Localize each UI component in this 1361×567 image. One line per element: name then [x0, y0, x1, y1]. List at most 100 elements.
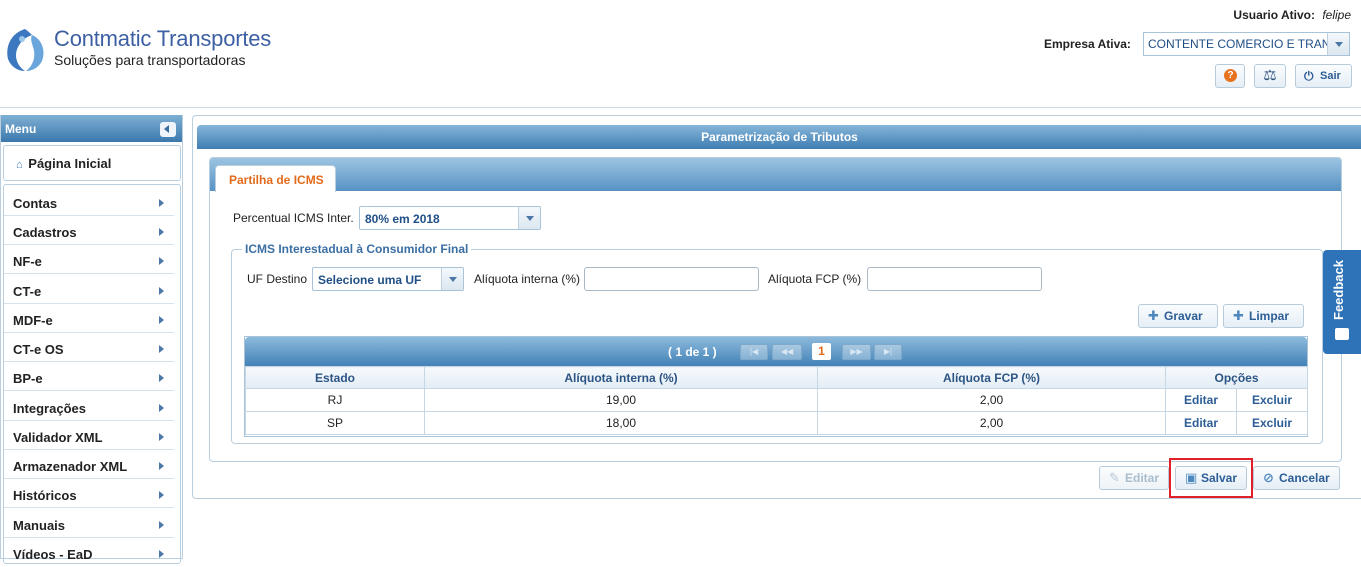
chevron-right-icon [159, 199, 164, 207]
menu-title: Menu [1, 115, 182, 142]
exit-button[interactable]: ⏻ Sair [1295, 64, 1352, 88]
uf-destino-select[interactable]: Selecione uma UF [312, 267, 464, 291]
feedback-label: Feedback [1331, 260, 1346, 320]
sidebar-item-cte[interactable]: CT-e [4, 275, 174, 304]
active-company-select[interactable]: CONTENTE COMERCIO E TRANSPORTES [1143, 32, 1350, 56]
sidebar-item-home[interactable]: ⌂ Página Inicial [3, 145, 181, 181]
column-aliquota-fcp[interactable]: Alíquota FCP (%) [817, 366, 1166, 389]
pencil-icon: ✎ [1109, 470, 1120, 485]
first-page-icon[interactable]: |◀ [740, 344, 768, 360]
sidebar-item-validador-xml[interactable]: Validador XML [4, 421, 174, 450]
column-aliquota-interna[interactable]: Alíquota interna (%) [424, 366, 818, 389]
sidebar-item-contas[interactable]: Contas [4, 187, 174, 216]
chevron-right-icon [159, 316, 164, 324]
sidebar-item-cadastros[interactable]: Cadastros [4, 216, 174, 245]
last-page-icon[interactable]: ▶| [874, 344, 902, 360]
tributos-grid: ( 1 de 1 ) |◀ ◀◀ 1 ▶▶ ▶| Estado Alíquota… [244, 336, 1309, 437]
column-opcoes: Opções [1164, 366, 1309, 389]
balance-scale-icon: ⚖ [1263, 67, 1277, 84]
sidebar-item-bpe[interactable]: BP-e [4, 362, 174, 391]
cancelar-label: Cancelar [1279, 471, 1330, 485]
sidebar-item-mdfe[interactable]: MDF-e [4, 304, 174, 333]
chevron-right-icon [159, 345, 164, 353]
delete-row-link[interactable]: Excluir [1235, 388, 1309, 412]
aliquota-fcp-input[interactable] [867, 267, 1042, 291]
tab-partilha-icms[interactable]: Partilha de ICMS [215, 165, 336, 192]
gravar-button[interactable]: ✚ Gravar [1138, 304, 1218, 328]
edit-row-link[interactable]: Editar [1165, 388, 1237, 412]
chevron-right-icon [159, 462, 164, 470]
cancelar-button[interactable]: ⊘ Cancelar [1253, 466, 1340, 490]
app-header: Contmatic Transportes Soluções para tran… [0, 0, 1361, 108]
help-circle-icon: ? [1224, 69, 1237, 82]
chevron-right-icon [159, 257, 164, 265]
delete-row-link[interactable]: Excluir [1235, 411, 1309, 435]
plus-icon: ✚ [1233, 308, 1244, 323]
next-page-icon[interactable]: ▶▶ [842, 344, 871, 360]
cell-aliquota-interna: 19,00 [424, 388, 818, 412]
limpar-button[interactable]: ✚ Limpar [1223, 304, 1304, 328]
chevron-right-icon [159, 550, 164, 558]
chevron-right-icon [159, 521, 164, 529]
chevron-right-icon [159, 491, 164, 499]
limpar-label: Limpar [1249, 309, 1290, 323]
floppy-disk-icon: ▣ [1185, 470, 1198, 485]
aliquota-fcp-label: Alíquota FCP (%) [768, 272, 862, 286]
cell-aliquota-interna: 18,00 [424, 411, 818, 435]
aliquota-interna-input[interactable] [584, 267, 759, 291]
table-row: RJ 19,00 2,00 Editar Excluir [245, 388, 1309, 412]
cell-aliquota-fcp: 2,00 [817, 411, 1166, 435]
chevron-down-icon[interactable] [441, 268, 463, 290]
editar-button[interactable]: ✎ Editar [1099, 466, 1169, 490]
chevron-down-icon[interactable] [1327, 33, 1349, 55]
percentual-value: 80% em 2018 [365, 212, 440, 226]
active-user-label: Usuario Ativo: [1233, 8, 1315, 22]
salvar-button[interactable]: ▣ Salvar [1175, 466, 1247, 490]
tab-bar: Partilha de ICMS [210, 158, 1341, 192]
gravar-label: Gravar [1164, 309, 1203, 323]
editar-label: Editar [1125, 471, 1160, 485]
sidebar-item-cte-os[interactable]: CT-e OS [4, 333, 174, 362]
pager-info: ( 1 de 1 ) [668, 345, 717, 359]
sidebar-item-videos-ead[interactable]: Vídeos - EaD [4, 538, 174, 567]
active-user-name: felipe [1322, 8, 1351, 22]
sidebar-item-label: Históricos [13, 488, 77, 503]
help-button[interactable]: ? [1215, 64, 1245, 88]
sidebar-item-label: Cadastros [13, 225, 77, 240]
phoenix-logo-icon [7, 29, 44, 71]
sidebar-item-nfe[interactable]: NF-e [4, 245, 174, 274]
chevron-down-icon[interactable] [518, 207, 540, 229]
exit-label: Sair [1320, 70, 1341, 82]
sidebar-item-label: NF-e [13, 254, 42, 269]
sidebar: Menu ⌂ Página Inicial Contas Cadastros N… [0, 115, 183, 564]
percentual-label: Percentual ICMS Inter. [233, 211, 354, 225]
sidebar-item-label: Contas [13, 196, 58, 211]
active-company-value: CONTENTE COMERCIO E TRANSPORTES [1148, 37, 1349, 51]
sidebar-item-armazenador-xml[interactable]: Armazenador XML [4, 450, 174, 479]
chevron-right-icon [159, 374, 164, 382]
sidebar-item-label: Manuais [13, 518, 66, 533]
edit-row-link[interactable]: Editar [1165, 411, 1237, 435]
percentual-select[interactable]: 80% em 2018 [359, 206, 541, 230]
sidebar-item-label: MDF-e [13, 313, 53, 328]
feedback-tab[interactable]: Feedback [1323, 250, 1361, 354]
cancel-icon: ⊘ [1263, 470, 1274, 485]
chevron-right-icon [159, 433, 164, 441]
fieldset-legend: ICMS Interestadual à Consumidor Final [242, 242, 472, 256]
chevron-right-icon [159, 287, 164, 295]
sidebar-item-label: CT-e OS [13, 342, 64, 357]
sidebar-item-manuais[interactable]: Manuais [4, 509, 174, 538]
prev-page-icon[interactable]: ◀◀ [772, 344, 802, 360]
sidebar-item-historicos[interactable]: Históricos [4, 479, 174, 508]
grid-header-row: Estado Alíquota interna (%) Alíquota FCP… [245, 366, 1309, 389]
sidebar-item-label: Armazenador XML [13, 459, 128, 474]
current-page[interactable]: 1 [812, 343, 831, 360]
column-estado[interactable]: Estado [245, 366, 425, 389]
table-row: SP 18,00 2,00 Editar Excluir [245, 411, 1309, 435]
legal-button[interactable]: ⚖ [1254, 64, 1286, 88]
sidebar-item-label: Integrações [13, 401, 86, 416]
chat-icon [1335, 328, 1349, 340]
sidebar-item-integracoes[interactable]: Integrações [4, 392, 174, 421]
sidebar-item-label: Validador XML [13, 430, 103, 445]
collapse-menu-button[interactable] [160, 122, 176, 137]
